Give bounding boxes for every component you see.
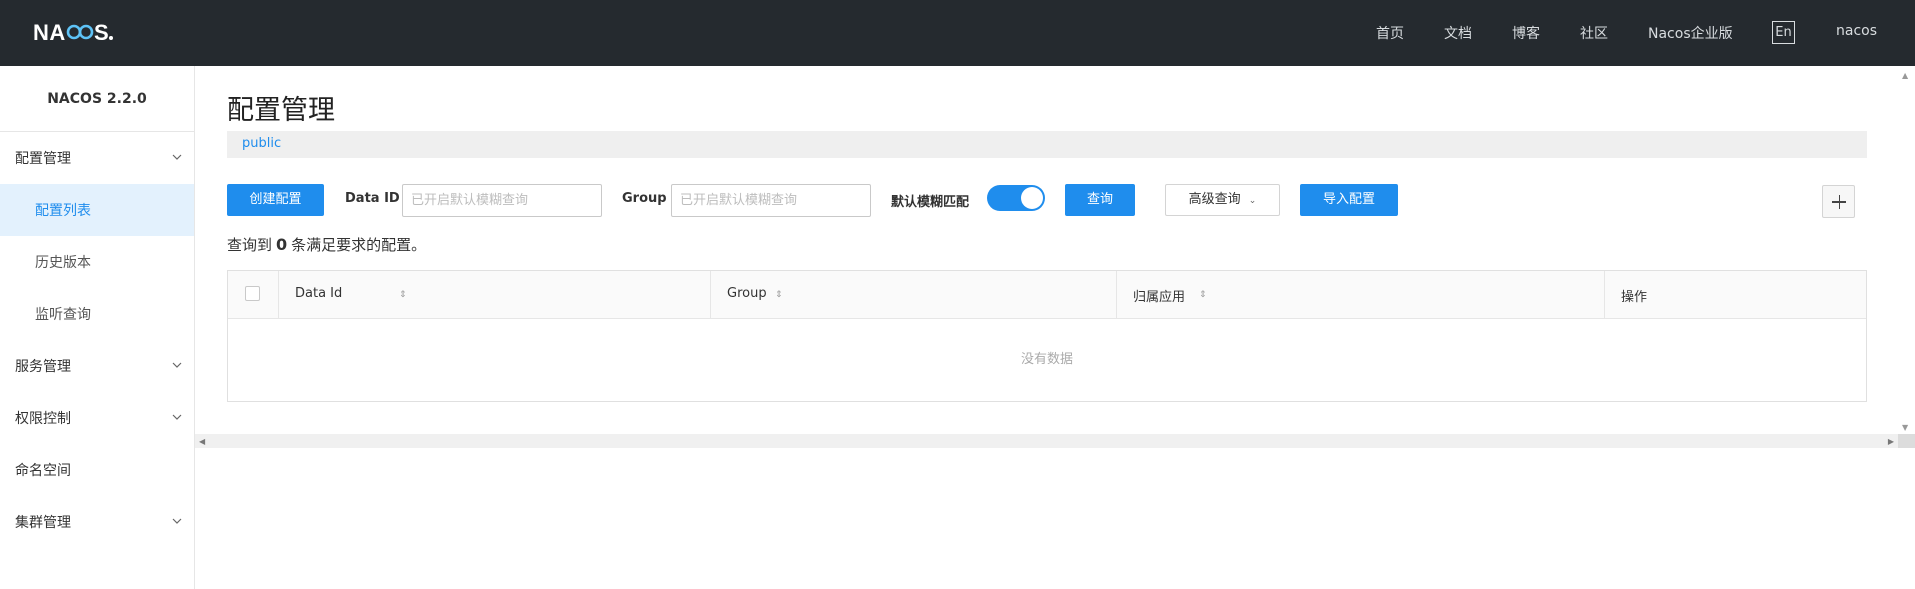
column-label: Group: [727, 286, 767, 301]
namespace-bar: public: [227, 131, 1867, 158]
chevron-down-icon: [172, 154, 182, 160]
chevron-down-icon: [172, 414, 182, 420]
plus-icon[interactable]: [1822, 185, 1855, 218]
sidebar-group-label: 服务管理: [15, 359, 71, 375]
vertical-scrollbar[interactable]: ▲ ▼: [1898, 66, 1915, 434]
scroll-down-arrow-icon[interactable]: ▼: [1902, 423, 1908, 432]
result-prefix: 查询到: [227, 236, 273, 254]
toggle-knob: [1021, 187, 1043, 209]
sidebar-group-cluster[interactable]: 集群管理: [0, 496, 194, 548]
sidebar-item-namespace[interactable]: 命名空间: [0, 444, 194, 496]
select-all-checkbox[interactable]: [245, 286, 260, 301]
top-navbar: NA S 首页 文档 博客 社区 Nacos企业版 En nacos: [0, 0, 1915, 66]
fuzzy-match-label: 默认模糊匹配: [891, 195, 970, 210]
sidebar-item-label: 配置列表: [35, 203, 91, 219]
table-header-group[interactable]: Group ⇕: [710, 271, 1116, 319]
sidebar-item-history[interactable]: 历史版本: [0, 236, 194, 288]
sort-icon[interactable]: ⇕: [399, 290, 407, 300]
sidebar-group-label: 命名空间: [15, 463, 71, 479]
scroll-up-arrow-icon[interactable]: ▲: [1902, 71, 1908, 80]
empty-state: 没有数据: [1020, 352, 1073, 367]
create-config-button[interactable]: 创建配置: [227, 184, 324, 216]
import-config-button[interactable]: 导入配置: [1300, 184, 1398, 216]
result-count: 0: [276, 235, 288, 254]
nav-docs[interactable]: 文档: [1444, 23, 1472, 43]
scrollbar-corner: [1898, 434, 1915, 448]
group-input[interactable]: [671, 184, 871, 217]
fuzzy-match-toggle[interactable]: [987, 185, 1045, 211]
language-switch-button[interactable]: En: [1772, 21, 1795, 44]
data-id-input[interactable]: [402, 184, 602, 217]
sidebar-group-label: 权限控制: [15, 411, 71, 427]
sidebar-group-config[interactable]: 配置管理: [0, 132, 194, 184]
table-header-actions: 操作: [1604, 271, 1866, 319]
column-label: Data Id: [295, 286, 343, 301]
user-menu[interactable]: nacos: [1836, 23, 1877, 39]
svg-text:NA: NA: [33, 20, 66, 45]
nav-blog[interactable]: 博客: [1512, 23, 1540, 43]
data-id-label: Data ID: [345, 191, 400, 206]
chevron-down-icon: [172, 518, 182, 524]
result-suffix: 条满足要求的配置。: [291, 236, 427, 254]
nav-enterprise[interactable]: Nacos企业版: [1648, 23, 1733, 43]
nav-home[interactable]: 首页: [1376, 23, 1404, 43]
sidebar-group-service[interactable]: 服务管理: [0, 340, 194, 392]
table-header-select: [228, 271, 278, 319]
advanced-query-label: 高级查询: [1188, 192, 1241, 207]
scroll-right-arrow-icon[interactable]: ▶: [1888, 437, 1894, 446]
sidebar-group-config[interactable]: [0, 66, 194, 118]
sidebar-group-label: 集群管理: [15, 515, 71, 531]
advanced-query-button[interactable]: 高级查询 ⌄: [1165, 184, 1280, 216]
group-label: Group: [622, 191, 667, 206]
sidebar-group-label: 配置管理: [15, 151, 71, 167]
sidebar-item-label: 历史版本: [35, 255, 91, 271]
sidebar-item-label: 监听查询: [35, 307, 91, 323]
sidebar-item-listener[interactable]: 监听查询: [0, 288, 194, 340]
sidebar-group-auth[interactable]: 权限控制: [0, 392, 194, 444]
sort-icon[interactable]: ⇕: [775, 290, 783, 300]
horizontal-scrollbar[interactable]: ◀ ▶: [195, 434, 1898, 448]
chevron-down-icon: [172, 362, 182, 368]
scroll-left-arrow-icon[interactable]: ◀: [199, 437, 205, 446]
chevron-down-icon: ⌄: [1248, 196, 1257, 206]
page-title: 配置管理: [227, 95, 335, 126]
nacos-logo[interactable]: NA S: [33, 18, 133, 48]
table-header-app[interactable]: 归属应用 ⇕: [1116, 271, 1604, 319]
query-button[interactable]: 查询: [1065, 184, 1135, 216]
table-header-data-id[interactable]: Data Id ⇕: [278, 271, 710, 319]
nav-community[interactable]: 社区: [1580, 23, 1608, 43]
config-table: Data Id ⇕ Group ⇕ 归属应用 ⇕ 操作 没有数据: [227, 270, 1867, 402]
svg-text:S: S: [94, 20, 109, 45]
sort-icon[interactable]: ⇕: [1199, 290, 1207, 300]
query-result-summary: 查询到 0 条满足要求的配置。: [227, 234, 426, 255]
column-label: 操作: [1621, 290, 1648, 305]
namespace-tab-public[interactable]: public: [242, 136, 281, 151]
table-header: Data Id ⇕ Group ⇕ 归属应用 ⇕ 操作: [228, 271, 1866, 319]
sidebar-item-config-list[interactable]: 配置列表: [0, 184, 194, 236]
column-label: 归属应用: [1133, 290, 1186, 305]
